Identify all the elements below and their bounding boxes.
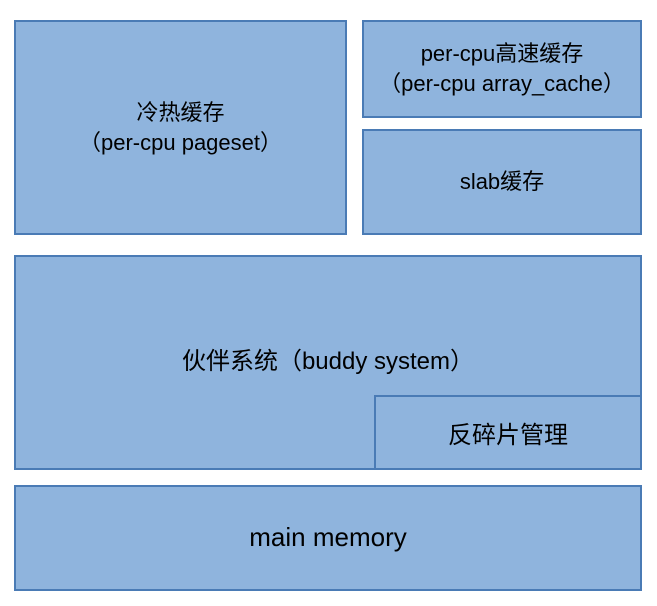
per-cpu-cache-box: per-cpu高速缓存 （per-cpu array_cache） bbox=[362, 20, 642, 118]
main-memory-box: main memory bbox=[14, 485, 642, 591]
main-memory-label: main memory bbox=[245, 516, 410, 559]
per-cpu-cache-line2: （per-cpu array_cache） bbox=[379, 69, 625, 99]
buddy-system-label: 伙伴系统（buddy system） bbox=[178, 342, 478, 382]
buddy-system-box: 伙伴系统（buddy system） 反碎片管理 bbox=[14, 255, 642, 470]
per-cpu-cache-label: per-cpu高速缓存 （per-cpu array_cache） bbox=[375, 35, 629, 102]
slab-cache-label: slab缓存 bbox=[456, 163, 548, 201]
anti-fragmentation-label: 反碎片管理 bbox=[448, 415, 568, 450]
per-cpu-cache-line1: per-cpu高速缓存 bbox=[379, 39, 625, 69]
cold-hot-cache-line1: 冷热缓存 bbox=[79, 98, 282, 128]
slab-cache-box: slab缓存 bbox=[362, 129, 642, 235]
cold-hot-cache-line2: （per-cpu pageset） bbox=[79, 128, 282, 158]
cold-hot-cache-label: 冷热缓存 （per-cpu pageset） bbox=[75, 94, 286, 161]
anti-fragmentation-box: 反碎片管理 bbox=[374, 395, 642, 470]
cold-hot-cache-box: 冷热缓存 （per-cpu pageset） bbox=[14, 20, 347, 235]
